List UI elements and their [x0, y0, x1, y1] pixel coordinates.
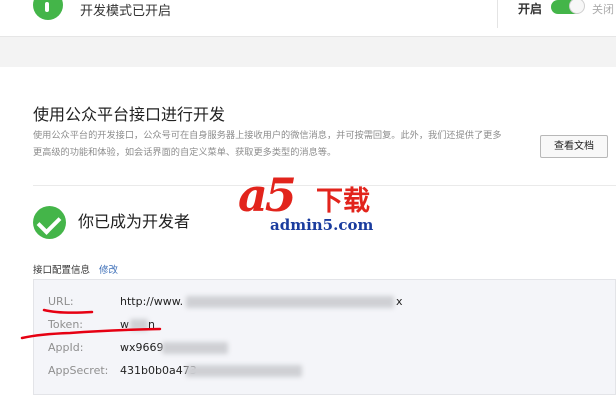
- token-value-prefix: w: [120, 318, 129, 331]
- config-row-appsecret: AppSecret: 431b0b0a473: [34, 361, 616, 381]
- config-row-url: URL: http://www. x: [34, 292, 616, 312]
- toggle-on-label: 开启: [518, 2, 543, 16]
- url-value-prefix: http://www.: [120, 295, 184, 308]
- section-description: 使用公众平台的开发接口，公众号可在自身服务器上接收用户的微信消息，并可按需回复。…: [33, 130, 502, 158]
- url-redaction: [186, 296, 394, 308]
- appid-value-prefix: wx9669: [120, 341, 164, 354]
- section-title: 使用公众平台接口进行开发: [33, 105, 226, 124]
- token-label: Token:: [48, 318, 84, 331]
- url-value-suffix: x: [396, 295, 403, 308]
- config-info-label: 接口配置信息: [33, 265, 91, 276]
- toggle-knob[interactable]: [569, 0, 585, 14]
- toggle-off-label: 关闭: [592, 3, 614, 16]
- token-redaction: [130, 319, 148, 331]
- url-label: URL:: [48, 295, 74, 308]
- appid-redaction: [162, 342, 228, 354]
- dev-mode-toggle-area: 开启 关闭: [497, 0, 616, 28]
- developer-status-title: 你已成为开发者: [78, 212, 191, 231]
- token-value-suffix: n: [148, 318, 155, 331]
- config-edit-link[interactable]: 修改: [99, 262, 118, 276]
- status-icon: [33, 0, 63, 20]
- watermark-domain: admin5.com: [270, 216, 374, 234]
- mode-status-title: 开发模式已开启: [80, 4, 172, 19]
- watermark-logo: a5 下载 admin5.com: [236, 172, 376, 238]
- header-separator-band: [0, 36, 616, 67]
- watermark-cn-text: 下载: [316, 186, 370, 217]
- watermark-logo-mark: a5: [238, 168, 297, 222]
- top-bar: 开发模式已开启 开启 关闭: [0, 0, 616, 36]
- config-row-token: Token: w n: [34, 315, 616, 335]
- appid-label: AppId:: [48, 341, 84, 354]
- appsecret-redaction: [186, 365, 302, 377]
- config-info-box: URL: http://www. x Token: w n AppId: wx9…: [33, 279, 616, 395]
- dev-mode-toggle[interactable]: [551, 0, 585, 14]
- view-docs-button[interactable]: 查看文档: [540, 135, 608, 158]
- success-check-icon: [33, 206, 66, 239]
- config-row-appid: AppId: wx9669: [34, 338, 616, 358]
- appsecret-label: AppSecret:: [48, 364, 109, 377]
